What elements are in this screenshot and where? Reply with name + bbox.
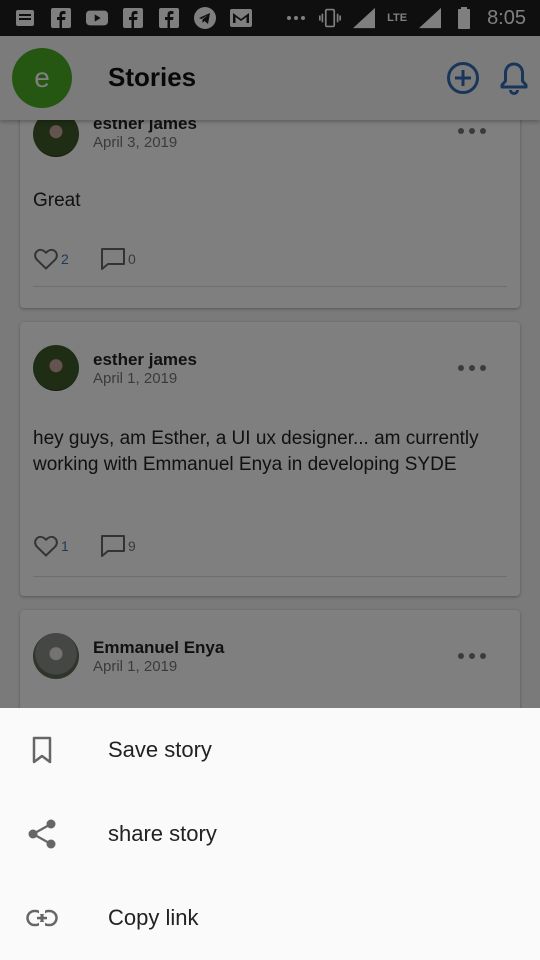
sheet-item-label: share story (108, 821, 217, 846)
bookmark-icon (26, 734, 58, 766)
link-icon (26, 902, 58, 934)
sheet-item-label: Copy link (108, 905, 199, 930)
sheet-item-label: Save story (108, 737, 212, 762)
save-story-option[interactable]: Save story (0, 708, 540, 792)
copy-link-option[interactable]: Copy link (0, 876, 540, 960)
bottom-sheet: Save story share story Copy link (0, 708, 540, 960)
share-story-option[interactable]: share story (0, 792, 540, 876)
share-icon (26, 818, 58, 850)
